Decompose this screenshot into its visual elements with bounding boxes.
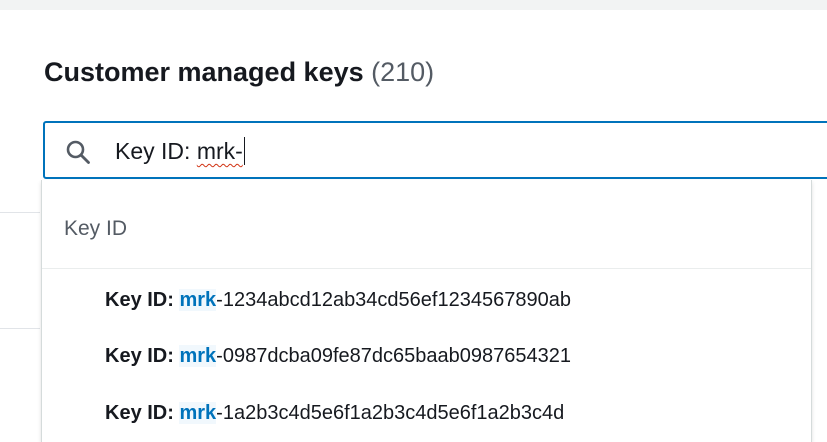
search-input[interactable]: Key ID: mrk- (43, 121, 827, 179)
option-label: Key ID: (105, 345, 174, 367)
option-rest: -1234abcd12ab34cd56ef1234567890ab (216, 289, 571, 311)
option-match: mrk (179, 345, 217, 367)
suggestion-option[interactable]: Key ID: mrk-0987dcba09fe87dc65baab098765… (105, 342, 571, 370)
option-rest: -1a2b3c4d5e6f1a2b3c4d5e6f1a2b3c4d (216, 402, 565, 424)
suggestion-group-header: Key ID (64, 217, 128, 240)
key-count: (210) (371, 57, 435, 87)
option-match: mrk (179, 289, 217, 311)
option-rest: -0987dcba09fe87dc65baab0987654321 (216, 345, 571, 367)
search-value[interactable]: Key ID: mrk- (115, 135, 246, 167)
group-divider (42, 268, 811, 269)
search-value-typed: mrk- (196, 138, 243, 164)
option-label: Key ID: (105, 402, 174, 424)
page-title-text: Customer managed keys (44, 57, 364, 87)
search-icon (66, 140, 90, 164)
search-value-prefix: Key ID: (115, 138, 197, 164)
suggestion-option[interactable]: Key ID: mrk-1a2b3c4d5e6f1a2b3c4d5e6f1a2b… (105, 399, 564, 427)
suggestion-option[interactable]: Key ID: mrk-1234abcd12ab34cd56ef12345678… (105, 286, 571, 314)
autosuggest-dropdown: Key ID Key ID: mrk-1234abcd12ab34cd56ef1… (41, 180, 812, 442)
table-divider (0, 212, 40, 213)
text-caret (243, 137, 246, 165)
option-match: mrk (179, 402, 217, 424)
top-strip (0, 0, 827, 10)
option-label: Key ID: (105, 289, 174, 311)
table-divider (0, 328, 40, 329)
page-title: Customer managed keys (210) (44, 50, 434, 94)
